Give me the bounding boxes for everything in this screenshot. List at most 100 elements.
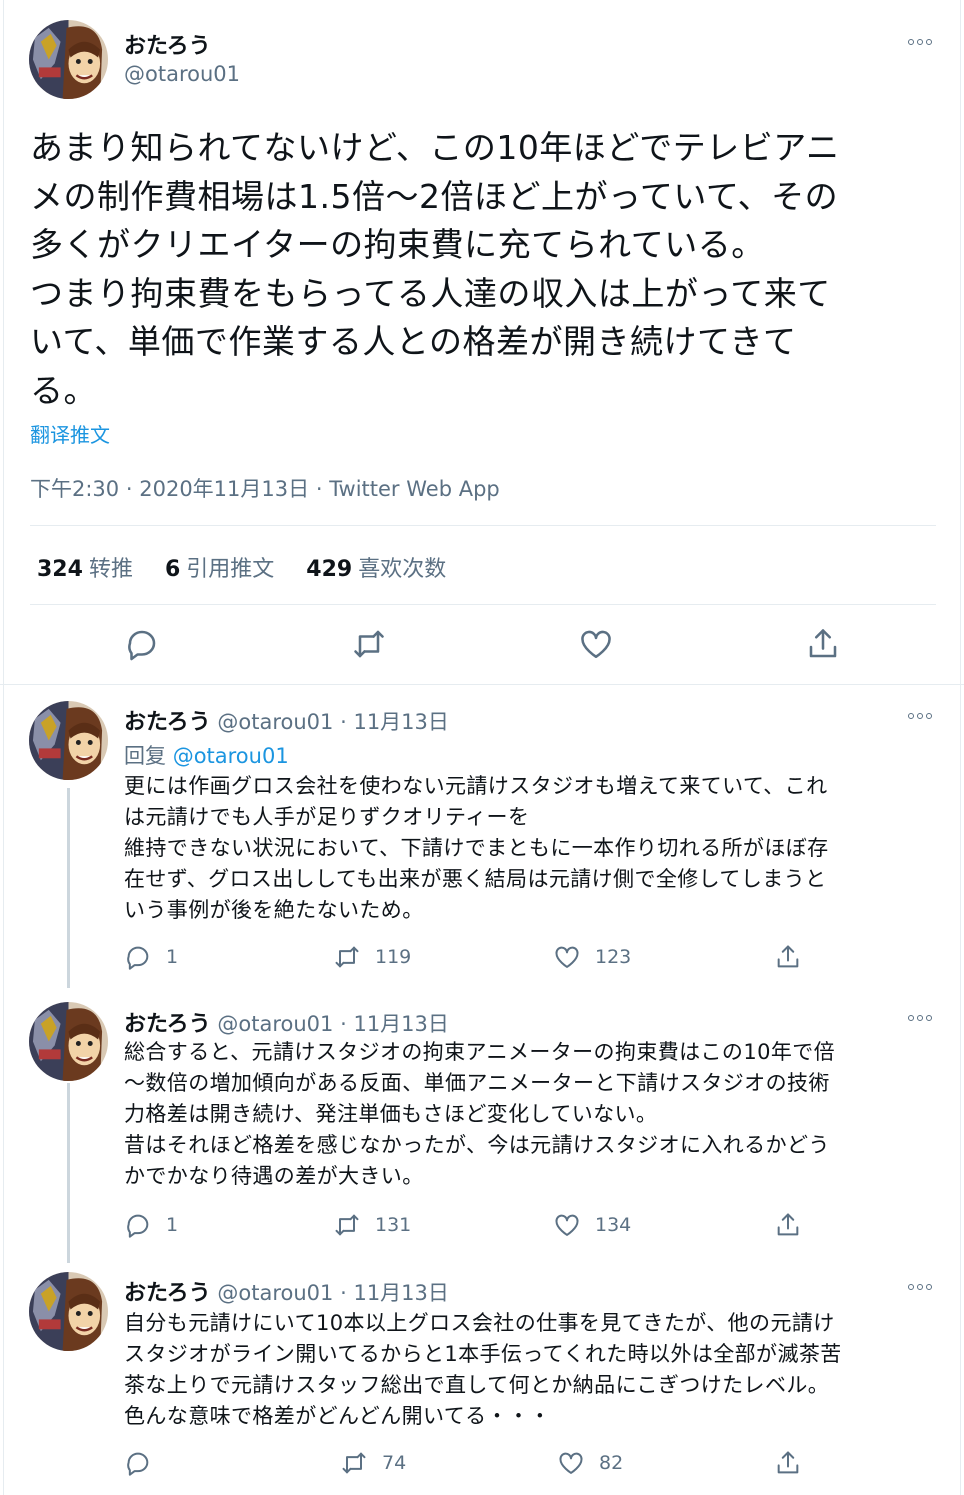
reply-icon — [127, 1452, 149, 1476]
like-button[interactable]: 123 — [553, 943, 631, 971]
retweet-icon — [335, 946, 359, 968]
tweet-text-line: つまり拘束費をもらってる人達の収入は上がって来て — [30, 273, 831, 313]
tweet-text: あまり知られてないけど、この10年ほどでテレビアニ メの制作費相場は1.5倍〜2… — [30, 124, 930, 415]
tweet-text-line: かでかなり待遇の差が大きい。 — [124, 1164, 424, 1188]
tweet-date[interactable]: 11月13日 — [353, 710, 448, 734]
tweet-date[interactable]: 11月13日 — [353, 1281, 448, 1305]
avatar[interactable] — [29, 1272, 108, 1351]
reply-button[interactable] — [124, 1449, 166, 1477]
author-name[interactable]: おたろう — [124, 28, 211, 60]
header-separator: · — [340, 710, 347, 734]
header-separator: · — [340, 1281, 347, 1305]
thread-line — [67, 788, 70, 988]
author-handle[interactable]: @otarou01 — [217, 1012, 333, 1036]
reply-header: おたろう @otarou01 · 11月13日 — [124, 1275, 449, 1307]
share-icon[interactable] — [805, 626, 841, 662]
retweet-count: 74 — [382, 1452, 407, 1474]
tweet-text-line: 更には作画グロス会社を使わない元請けスタジオも増えて来ていて、これ — [124, 774, 828, 798]
retweet-icon[interactable] — [351, 626, 387, 662]
translate-tweet-link[interactable]: 翻译推文 — [30, 419, 110, 448]
author-handle[interactable]: @otarou01 — [217, 710, 333, 734]
share-icon — [777, 1451, 799, 1474]
reply-tweet[interactable]: おたろう @otarou01 · 11月13日 総合すると、元請けスタジオの拘束… — [0, 990, 964, 1263]
tweet-date[interactable]: 2020年11月13日 — [139, 477, 309, 501]
more-icon[interactable] — [908, 39, 932, 45]
retweet-button[interactable]: 131 — [333, 1211, 411, 1239]
reply-prefix: 回复 — [124, 744, 166, 768]
tweet-source[interactable]: Twitter Web App — [329, 477, 500, 501]
avatar[interactable] — [29, 1002, 108, 1081]
reply-tweet[interactable]: おたろう @otarou01 · 11月13日 自分も元請けにいて10本以上グロ… — [0, 1262, 964, 1495]
quotes-label: 引用推文 — [186, 557, 275, 582]
replying-to: 回复 @otarou01 — [124, 740, 289, 770]
divider — [30, 604, 936, 605]
tweet-text: 総合すると、元請けスタジオの拘束アニメーターの拘束費はこの10年で倍 〜数倍の増… — [124, 1037, 924, 1192]
like-icon — [555, 946, 579, 968]
tweet-text-line: は元請けでも人手が足りずクオリティーを — [124, 805, 530, 829]
tweet-text-line: 茶な上りで元請けスタッフ総出で直して何とか納品にこぎつけたレベル。 — [124, 1373, 830, 1397]
tweet-text-line: 自分も元請けにいて10本以上グロス会社の仕事を見てきたが、他の元請け — [124, 1311, 835, 1335]
retweet-icon — [335, 1214, 359, 1236]
reply-icon[interactable] — [124, 626, 160, 662]
header-separator: · — [340, 1012, 347, 1036]
like-icon[interactable] — [578, 626, 614, 662]
main-tweet: おたろう @otarou01 あまり知られてないけど、この10年ほどでテレビアニ… — [0, 0, 964, 685]
share-button[interactable] — [774, 1449, 816, 1477]
avatar[interactable] — [29, 701, 108, 780]
tweet-text-line: スタジオがライン開いてるからと1本手伝ってくれた時以外は全部が滅茶苦 — [124, 1342, 842, 1366]
tweet-text-line: 在せず、グロス出ししても出来が悪く結局は元請け側で全修してしまうと — [124, 867, 827, 891]
retweet-button[interactable]: 74 — [340, 1449, 406, 1477]
more-icon[interactable] — [908, 713, 932, 719]
author-name[interactable]: おたろう — [124, 1281, 211, 1306]
retweet-count: 131 — [375, 1214, 412, 1236]
like-button[interactable]: 134 — [553, 1211, 631, 1239]
author-name[interactable]: おたろう — [124, 710, 211, 735]
likes-stat[interactable]: 429 喜欢次数 — [306, 551, 446, 583]
avatar[interactable] — [29, 20, 108, 99]
more-icon[interactable] — [908, 1015, 932, 1021]
tweet-date[interactable]: 11月13日 — [353, 1012, 448, 1036]
reply-count: 1 — [166, 946, 179, 968]
tweet-text-line: る。 — [30, 370, 97, 410]
tweet-meta: 下午2:30 · 2020年11月13日 · Twitter Web App — [30, 473, 500, 503]
reply-header: おたろう @otarou01 · 11月13日 — [124, 1006, 449, 1038]
tweet-text-line: 総合すると、元請けスタジオの拘束アニメーターの拘束費はこの10年で倍 — [124, 1040, 836, 1064]
like-count: 82 — [599, 1452, 624, 1474]
like-icon — [559, 1452, 583, 1474]
like-icon — [555, 1214, 579, 1236]
like-button[interactable]: 82 — [557, 1449, 623, 1477]
tweet-text: 更には作画グロス会社を使わない元請けスタジオも増えて来ていて、これ は元請けでも… — [124, 771, 924, 926]
tweet-text-line: いて、単価で作業する人との格差が開き続けてきて — [30, 322, 797, 361]
reply-icon — [127, 1214, 149, 1238]
retweet-count: 119 — [375, 946, 412, 968]
quotes-count: 6 — [164, 557, 181, 582]
share-icon — [777, 945, 799, 968]
tweet-time[interactable]: 下午2:30 — [30, 477, 119, 501]
retweet-icon — [342, 1452, 366, 1474]
reply-button[interactable]: 1 — [124, 943, 178, 971]
like-count: 123 — [595, 946, 632, 968]
retweet-button[interactable]: 119 — [333, 943, 411, 971]
tweet-text: 自分も元請けにいて10本以上グロス会社の仕事を見てきたが、他の元請け スタジオが… — [124, 1308, 924, 1432]
reply-tweet[interactable]: おたろう @otarou01 · 11月13日 回复 @otarou01 更には… — [0, 686, 964, 988]
reply-mention-link[interactable]: @otarou01 — [173, 744, 289, 768]
retweets-label: 转推 — [88, 557, 133, 582]
tweet-stats: 324 转推 6 引用推文 429 喜欢次数 — [37, 551, 446, 583]
quotes-stat[interactable]: 6 引用推文 — [165, 551, 274, 583]
like-count: 134 — [595, 1214, 632, 1236]
share-button[interactable] — [774, 1211, 816, 1239]
retweets-stat[interactable]: 324 转推 — [37, 551, 133, 583]
more-icon[interactable] — [908, 1284, 932, 1290]
tweet-text-line: 〜数倍の増加傾向がある反面、単価アニメーターと下請けスタジオの技術 — [124, 1071, 830, 1095]
tweet-text-line: メの制作費相場は1.5倍〜2倍ほど上がっていて、その — [30, 176, 839, 216]
share-button[interactable] — [774, 943, 816, 971]
tweet-text-line: いう事例が後を絶たないため。 — [124, 898, 424, 922]
author-handle[interactable]: @otarou01 — [124, 62, 240, 86]
meta-separator: · — [125, 477, 133, 501]
reply-button[interactable]: 1 — [124, 1211, 178, 1239]
tweet-text-line: 維持できない状況において、下請けでまともに一本作り切れる所がほぼ存 — [124, 836, 829, 860]
author-handle[interactable]: @otarou01 — [217, 1281, 333, 1305]
author-name[interactable]: おたろう — [124, 1012, 211, 1037]
thread-line — [67, 1083, 70, 1263]
reply-icon — [127, 946, 149, 970]
